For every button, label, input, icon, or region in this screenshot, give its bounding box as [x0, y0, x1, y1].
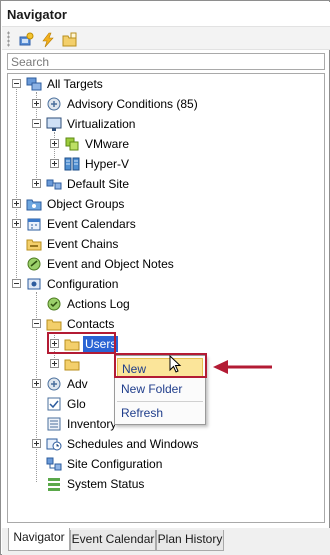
collapse-toggle[interactable] — [32, 119, 41, 128]
calendar-icon — [27, 218, 41, 231]
tree-node-event-calendars[interactable]: Event Calendars — [8, 215, 308, 233]
notes-icon — [27, 257, 41, 271]
expand-toggle[interactable] — [32, 439, 41, 448]
tree-node-site-configuration[interactable]: Site Configuration — [8, 455, 308, 473]
tree-node-advisory-conditions[interactable]: Advisory Conditions (85) — [8, 95, 308, 113]
expand-toggle[interactable] — [50, 139, 59, 148]
advisory-icon — [47, 377, 61, 391]
system-status-icon — [48, 478, 60, 491]
checkbox-icon — [47, 397, 61, 411]
tab-event-calendar[interactable]: Event Calendar — [70, 530, 156, 551]
tree-node-schedules[interactable]: Schedules and Windows — [8, 435, 308, 453]
tree-label: All Targets — [47, 77, 103, 91]
collapse-toggle[interactable] — [12, 279, 21, 288]
menu-item-new-folder[interactable]: New Folder — [117, 379, 203, 399]
monitor-icon — [46, 117, 62, 131]
lightning-icon — [42, 32, 54, 48]
tree-label: Event Calendars — [47, 217, 136, 231]
folder-icon — [46, 319, 62, 331]
collapse-toggle[interactable] — [32, 319, 41, 328]
tree-label: VMware — [85, 137, 130, 151]
tab-navigator[interactable]: Navigator — [8, 528, 70, 551]
collapse-toggle[interactable] — [12, 79, 21, 88]
tree-label: Configuration — [47, 277, 119, 291]
tree-node-contacts[interactable]: Contacts — [8, 315, 308, 333]
tree-node-advisory[interactable]: Adv — [8, 375, 128, 393]
highlight-box — [114, 353, 207, 378]
expand-toggle[interactable] — [50, 359, 59, 368]
callout-arrow-icon — [213, 360, 272, 374]
tree-node-actions-log[interactable]: Actions Log — [8, 295, 308, 313]
tree-label: Schedules and Windows — [67, 437, 199, 451]
tree-node-vmware[interactable]: VMware — [8, 135, 308, 153]
navigator-tree[interactable]: All Targets Advisory Conditions (85) Vir… — [7, 73, 325, 523]
actions-log-icon — [47, 297, 61, 311]
advisory-icon — [47, 97, 61, 111]
search-box[interactable] — [7, 53, 325, 70]
expand-toggle[interactable] — [32, 179, 41, 188]
lightning-button[interactable] — [38, 30, 56, 48]
tree-node-hyperv[interactable]: Hyper-V — [8, 155, 308, 173]
menu-item-refresh[interactable]: Refresh — [117, 403, 203, 423]
tree-label: Actions Log — [67, 297, 130, 311]
add-target-button[interactable] — [16, 30, 34, 48]
tree-label: Hyper-V — [85, 157, 130, 171]
panel-title: Navigator — [7, 7, 67, 22]
vmware-icon — [65, 137, 79, 151]
object-groups-icon — [26, 199, 42, 211]
tree-node-object-groups[interactable]: Object Groups — [8, 195, 308, 213]
add-target-icon — [19, 32, 34, 46]
network-targets-icon — [26, 77, 42, 91]
site-configuration-icon — [46, 457, 62, 471]
folder-icon — [64, 359, 80, 371]
tree-label: Event Chains — [47, 237, 119, 251]
inventory-icon — [47, 417, 61, 431]
tree-node-event-chains[interactable]: Event Chains — [8, 235, 308, 253]
tree-label: Site Configuration — [67, 457, 163, 471]
schedule-icon — [46, 438, 62, 451]
tree-label: Virtualization — [67, 117, 136, 131]
tab-strip: Navigator Event Calendar Plan History — [2, 528, 330, 555]
tree-node-system-status[interactable]: System Status — [8, 475, 308, 493]
tree-node-configuration[interactable]: Configuration — [8, 275, 308, 293]
event-chains-icon — [26, 239, 42, 251]
tree-label: Glo — [67, 397, 86, 411]
tree-node-contacts-child[interactable] — [8, 355, 80, 373]
hyperv-icon — [64, 157, 80, 171]
tree-label: Object Groups — [47, 197, 125, 211]
mouse-cursor-icon — [169, 355, 182, 373]
search-input[interactable] — [8, 54, 308, 69]
tree-node-all-targets[interactable]: All Targets — [8, 75, 308, 93]
expand-toggle[interactable] — [50, 159, 59, 168]
expand-toggle[interactable] — [12, 219, 21, 228]
configuration-icon — [27, 278, 41, 290]
navigator-panel: Navigator Search All Targets Advisory Co… — [0, 0, 330, 555]
site-icon — [46, 179, 62, 190]
tree-node-default-site[interactable]: Default Site — [8, 175, 308, 193]
tree-label: System Status — [67, 477, 145, 491]
highlight-box — [47, 332, 116, 354]
tree-label: Default Site — [67, 177, 130, 191]
tree-label: Adv — [67, 377, 88, 391]
folder-edit-button[interactable] — [60, 30, 78, 48]
tree-node-virtualization[interactable]: Virtualization — [8, 115, 308, 133]
toolbar-grip[interactable] — [7, 31, 10, 47]
tree-node-event-notes[interactable]: Event and Object Notes — [8, 255, 308, 273]
tree-label: Event and Object Notes — [47, 257, 174, 271]
folder-edit-icon — [62, 32, 77, 47]
expand-toggle[interactable] — [32, 379, 41, 388]
tree-node-inventory[interactable]: Inventory — [8, 415, 128, 433]
tree-label: Inventory — [67, 417, 117, 431]
tab-plan-history[interactable]: Plan History — [156, 530, 224, 551]
tree-label: Advisory Conditions (85) — [67, 97, 198, 111]
expand-toggle[interactable] — [32, 99, 41, 108]
expand-toggle[interactable] — [12, 199, 21, 208]
tree-label: Contacts — [67, 317, 115, 331]
tree-node-global[interactable]: Glo — [8, 395, 128, 413]
toolbar — [2, 26, 330, 50]
menu-separator — [117, 401, 203, 402]
panel-titlebar: Navigator — [2, 2, 330, 26]
